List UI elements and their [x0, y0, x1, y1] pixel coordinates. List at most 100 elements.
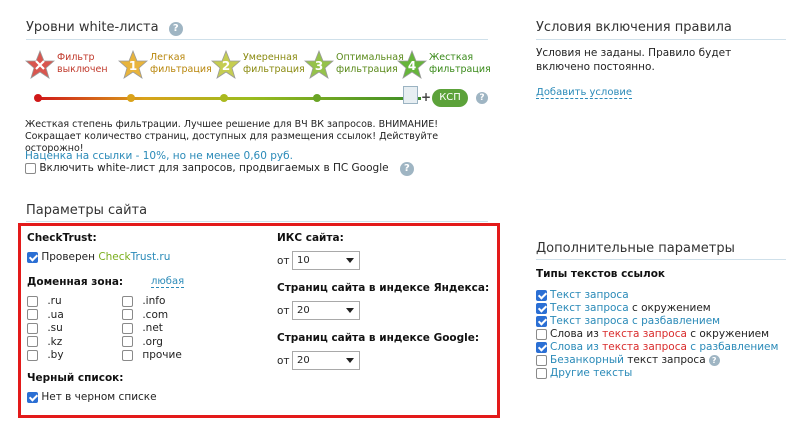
link-text-type-label: Слова из: [550, 341, 603, 353]
domain-option[interactable]: .ua: [27, 309, 64, 321]
domain-checkbox[interactable]: [27, 309, 38, 320]
google-whitelist-label: Включить white-лист для запросов, продви…: [39, 162, 389, 174]
domain-option[interactable]: прочие: [122, 349, 182, 361]
checktrust-label: CheckTrust:: [27, 232, 97, 244]
checktrust-brand-trust: Trust.ru: [130, 251, 171, 263]
whitelist-title-text: Уровни white-листа: [26, 20, 159, 35]
filter-level-line2: фильтрация: [150, 64, 212, 75]
link-text-type-label: текста запроса: [602, 341, 687, 353]
checktrust-brand-check: Check: [98, 251, 131, 263]
link-text-type-option[interactable]: Текст запроса с разбавлением: [536, 315, 720, 327]
checktrust-checkbox[interactable]: [27, 251, 38, 263]
help-icon[interactable]: ?: [708, 355, 720, 366]
link-text-type-checkbox[interactable]: [536, 367, 547, 379]
filter-level-line2: фильтрация: [429, 64, 491, 75]
link-text-type-option[interactable]: Текст запроса: [536, 289, 629, 301]
whitelist-title: Уровни white-листа ?: [26, 20, 183, 36]
link-text-type-option[interactable]: Текст запроса с окружением: [536, 302, 711, 314]
filter-slider-track[interactable]: [37, 97, 421, 100]
domain-option[interactable]: .org: [122, 336, 163, 348]
blacklist-checkbox[interactable]: [27, 391, 38, 403]
link-text-type-checkbox[interactable]: [536, 315, 547, 327]
domain-option[interactable]: .info: [122, 295, 165, 307]
domain-checkbox[interactable]: [27, 322, 38, 334]
google-pages-select[interactable]: 20: [292, 351, 360, 370]
domain-checkbox[interactable]: [27, 295, 38, 307]
link-text-type-label: текст запроса: [623, 354, 706, 366]
iks-label: ИКС сайта:: [277, 232, 344, 244]
filter-level-line2: фильтрация: [336, 64, 398, 75]
domain-checkbox[interactable]: [122, 336, 133, 347]
domain-option[interactable]: .by: [27, 349, 64, 361]
link-text-type-option[interactable]: Слова из текста запроса с окружением: [536, 328, 769, 340]
filter-level-label: Фильтр выключен: [57, 52, 108, 76]
help-icon[interactable]: ?: [476, 92, 488, 104]
domain-option[interactable]: .su: [27, 322, 63, 334]
filter-level-label: Оптимальная фильтрация: [336, 52, 404, 76]
link-text-type-label: текста запроса: [602, 328, 687, 340]
domain-option[interactable]: .kz: [27, 336, 62, 348]
domain-any-link[interactable]: любая: [151, 276, 185, 288]
link-text-type-label: Текст запроса: [550, 289, 629, 301]
filter-level-number: 3: [314, 59, 324, 73]
slider-stop-2[interactable]: [220, 94, 228, 102]
google-whitelist-option[interactable]: Включить white-лист для запросов, продви…: [25, 162, 414, 176]
filter-level-line1: Легкая: [150, 52, 186, 63]
domain-zone-label: Доменная зона:: [27, 276, 124, 288]
chevron-down-icon: [346, 358, 354, 363]
slider-stop-1[interactable]: [127, 94, 135, 102]
filter-level-line1: Жесткая: [429, 52, 474, 63]
domain-checkbox[interactable]: [122, 349, 133, 361]
link-text-type-checkbox[interactable]: [536, 302, 547, 314]
link-text-type-checkbox[interactable]: [536, 354, 547, 366]
filter-level-line1: Фильтр: [57, 52, 95, 63]
link-text-type-checkbox[interactable]: [536, 341, 547, 353]
filter-level-number: 4: [407, 59, 417, 73]
help-icon[interactable]: ?: [399, 162, 414, 176]
domain-checkbox[interactable]: [27, 336, 38, 347]
domain-label: .ru: [47, 295, 62, 307]
slider-stop-0[interactable]: [34, 94, 42, 102]
help-icon[interactable]: ?: [168, 22, 183, 36]
link-text-type-label: с разбавлением: [686, 341, 779, 353]
slider-handle-icon[interactable]: [403, 86, 418, 104]
checktrust-prefix: Проверен: [41, 251, 99, 263]
section-divider: [536, 39, 786, 40]
markup-note: Наценка на ссылки - 10%, но не менее 0,6…: [25, 150, 293, 162]
link-text-type-label: Безанкорный: [550, 354, 624, 366]
domain-checkbox[interactable]: [27, 349, 38, 361]
domain-option[interactable]: .ru: [27, 295, 62, 307]
link-text-type-checkbox[interactable]: [536, 328, 547, 340]
domain-option[interactable]: .com: [122, 309, 168, 321]
google-pages-label: Страниц сайта в индексе Google:: [277, 332, 480, 344]
domain-checkbox[interactable]: [122, 322, 133, 334]
link-text-type-option[interactable]: Безанкорный текст запроса?: [536, 354, 720, 366]
slider-stop-3[interactable]: [313, 94, 321, 102]
domain-option[interactable]: .net: [122, 322, 163, 334]
filter-level-line2: фильтрация: [243, 64, 305, 75]
blacklist-option[interactable]: Нет в черном списке: [27, 391, 157, 403]
google-pages-value: 20: [297, 355, 310, 366]
ksp-button[interactable]: КСП: [432, 89, 468, 107]
iks-select[interactable]: 10: [292, 251, 360, 270]
link-text-type-checkbox[interactable]: [536, 289, 547, 301]
domain-label: .com: [142, 308, 169, 321]
link-text-type-option[interactable]: Слова из текста запроса с разбавлением: [536, 341, 778, 353]
checktrust-option[interactable]: Проверен CheckTrust.ru: [27, 251, 170, 263]
yandex-pages-select[interactable]: 20: [292, 301, 360, 320]
star-icon: [25, 50, 55, 79]
add-condition-link[interactable]: Добавить условие: [536, 87, 632, 99]
site-params-title: Параметры сайта: [26, 203, 148, 218]
link-text-types-label: Типы текстов ссылок: [536, 268, 666, 280]
link-text-type-option[interactable]: Другие тексты: [536, 367, 632, 379]
filter-level-number: 2: [221, 59, 231, 73]
iks-prefix: от: [277, 255, 290, 267]
conditions-text: Условия не заданы. Правило будет включен…: [536, 47, 732, 73]
domain-label: .net: [142, 322, 163, 334]
chevron-down-icon: [346, 308, 354, 313]
google-whitelist-checkbox[interactable]: [25, 162, 36, 174]
filter-level-label: Легкая фильтрация: [150, 52, 212, 76]
domain-checkbox[interactable]: [122, 309, 133, 320]
domain-checkbox[interactable]: [122, 295, 133, 307]
domain-label: .ua: [47, 308, 64, 321]
